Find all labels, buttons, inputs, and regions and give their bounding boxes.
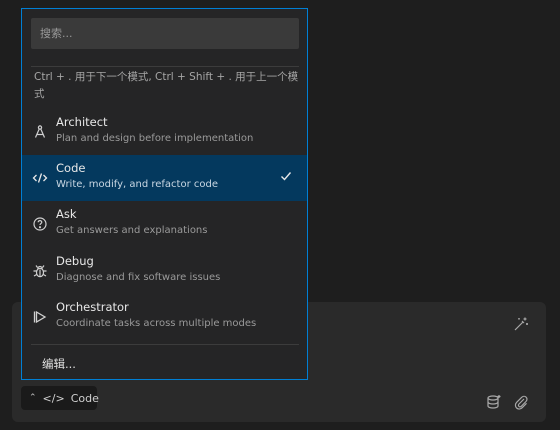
mode-dropdown: Ctrl + . 用于下一个模式, Ctrl + Shift + . 用于上一个… [21,8,308,380]
mode-selector-button[interactable]: ⌃ </> Code [21,386,99,410]
mode-item-ask[interactable]: Ask Get answers and explanations [22,201,307,247]
edit-modes-link[interactable]: 编辑... [42,356,76,372]
mode-title: Code [56,161,86,175]
orchestrator-icon [33,310,47,324]
architect-icon [34,125,46,138]
mode-item-debug[interactable]: Debug Diagnose and fix software issues [22,248,307,294]
context-button[interactable] [485,393,503,411]
mode-title: Architect [56,115,108,129]
mode-description: Diagnose and fix software issues [56,272,221,283]
search-input[interactable] [31,18,299,49]
chevron-up-icon: ⌃ [29,393,37,403]
divider [31,344,299,345]
mode-item-architect[interactable]: Architect Plan and design before impleme… [22,109,307,155]
mode-item-code[interactable]: Code Write, modify, and refactor code [22,155,307,201]
divider [31,66,299,67]
mode-title: Orchestrator [56,300,129,314]
mode-title: Debug [56,254,94,268]
keyboard-hint: Ctrl + . 用于下一个模式, Ctrl + Shift + . 用于上一个… [34,71,299,100]
mode-description: Coordinate tasks across multiple modes [56,318,257,329]
paperclip-icon [514,395,528,410]
database-icon [487,395,501,409]
code-icon: </> [42,391,65,405]
code-icon [32,173,48,183]
bug-icon [33,265,47,278]
check-icon [281,172,292,181]
mode-description: Get answers and explanations [56,225,208,236]
mode-description: Plan and design before implementation [56,133,254,144]
enhance-prompt-icon [514,317,528,331]
mode-chip-label: Code [70,391,99,405]
mode-title: Ask [56,207,77,221]
enhance-prompt-button[interactable] [512,315,530,333]
question-icon [33,217,47,231]
attach-button[interactable] [512,393,530,411]
mode-item-orchestrator[interactable]: Orchestrator Coordinate tasks across mul… [22,294,307,340]
mode-description: Write, modify, and refactor code [56,179,218,190]
